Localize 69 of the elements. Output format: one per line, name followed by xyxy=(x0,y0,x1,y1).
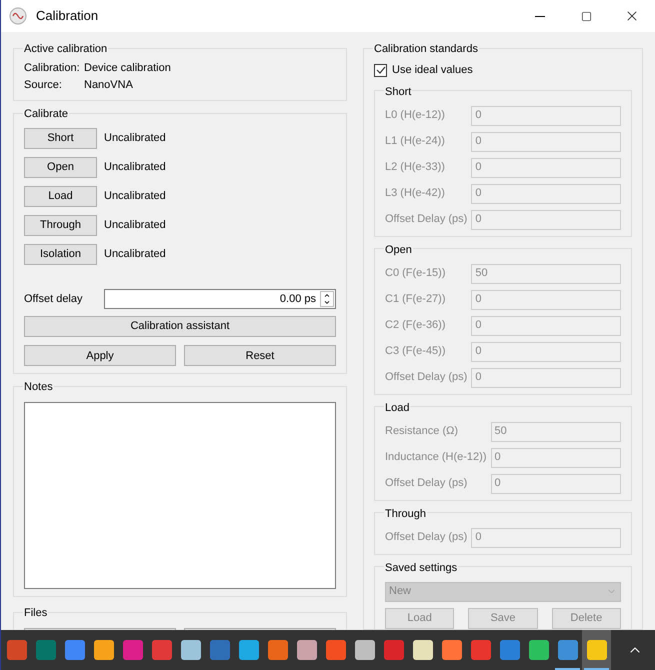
action-button[interactable]: Apply xyxy=(24,345,176,366)
spin-up-icon[interactable] xyxy=(323,292,331,299)
info-value: Device calibration xyxy=(84,62,171,75)
standard-field[interactable]: 0 xyxy=(471,342,621,362)
group-title: Calibration standards xyxy=(374,43,478,55)
standard-field[interactable]: 0 xyxy=(490,448,621,468)
saved-settings-button[interactable]: Delete xyxy=(552,608,621,628)
standard-field[interactable]: 0 xyxy=(471,528,621,548)
standard-label: C2 (F(e-36)) xyxy=(385,318,447,334)
group-title: Short xyxy=(385,86,412,98)
standard-field[interactable]: 50 xyxy=(471,264,621,284)
calibrate-step-button[interactable]: Short xyxy=(24,128,97,149)
standard-label: L2 (H(e-33)) xyxy=(385,160,446,176)
standard-label: Offset Delay (ps) xyxy=(385,530,468,546)
standard-field[interactable]: 50 xyxy=(490,422,621,442)
group-title: Files xyxy=(24,607,48,620)
group-title: Open xyxy=(385,244,412,256)
standard-field[interactable]: 0 xyxy=(471,184,621,204)
standard-label: C0 (F(e-15)) xyxy=(385,266,447,282)
standard-field[interactable]: 0 xyxy=(471,132,621,152)
standard-label: L3 (H(e-42)) xyxy=(385,186,446,202)
info-label: Calibration: xyxy=(24,62,81,75)
group-title: Calibrate xyxy=(24,108,68,120)
group-title: Saved settings xyxy=(385,562,458,574)
window-title: Calibration xyxy=(36,7,98,26)
standard-label: L0 (H(e-12)) xyxy=(385,108,446,124)
standard-field[interactable]: 0 xyxy=(471,210,621,230)
ideal-values-checkbox[interactable] xyxy=(374,64,387,77)
spin-down-icon[interactable] xyxy=(323,299,331,306)
calibration-assistant-button[interactable]: Calibration assistant xyxy=(24,316,336,337)
standard-label: Offset Delay (ps) xyxy=(385,370,468,386)
step-status: Uncalibrated xyxy=(104,189,166,204)
group-title: Through xyxy=(385,508,426,520)
standard-label: Resistance (Ω) xyxy=(385,424,460,440)
calibrate-step-button[interactable]: Through xyxy=(24,215,97,236)
standard-field[interactable]: 0 xyxy=(471,290,621,310)
app-logo-icon xyxy=(9,7,27,25)
standard-field[interactable]: 0 xyxy=(471,368,621,388)
standard-label: L1 (H(e-24)) xyxy=(385,134,446,150)
info-label: Source: xyxy=(24,79,63,92)
standard-label: C1 (F(e-27)) xyxy=(385,292,447,308)
offset-delay-spinbox[interactable]: 0.00 ps xyxy=(104,289,336,309)
info-value: NanoVNA xyxy=(84,79,133,92)
standard-field[interactable]: 0 xyxy=(471,158,621,178)
saved-settings-button[interactable]: Save xyxy=(468,608,538,628)
standard-label: Offset Delay (ps) xyxy=(385,212,468,228)
calibrate-step-button[interactable]: Open xyxy=(24,157,97,178)
step-status: Uncalibrated xyxy=(104,218,166,234)
step-status: Uncalibrated xyxy=(104,160,166,176)
calibrate-step-button[interactable]: Load xyxy=(24,186,97,207)
group-title: Load xyxy=(385,402,410,414)
standard-label: Offset Delay (ps) xyxy=(385,476,468,492)
standard-label: Inductance (H(e-12)) xyxy=(385,450,488,466)
maximize-icon xyxy=(580,10,592,22)
step-status: Uncalibrated xyxy=(104,131,166,146)
standard-field[interactable]: 0 xyxy=(471,316,621,336)
calibrate-step-button[interactable]: Isolation xyxy=(24,244,97,265)
saved-settings-button[interactable]: Load xyxy=(385,608,454,628)
notes-field[interactable] xyxy=(24,402,336,590)
standard-label: C3 (F(e-45)) xyxy=(385,344,447,360)
checkbox-label: Use ideal values xyxy=(392,63,473,78)
standard-field[interactable]: 0 xyxy=(490,474,621,494)
standard-field[interactable]: 0 xyxy=(471,106,621,126)
offset-delay-label: Offset delay xyxy=(24,292,84,307)
group-title: Notes xyxy=(24,381,53,394)
group-title: Active calibration xyxy=(24,43,108,55)
taskbar-app-icon[interactable] xyxy=(582,630,611,670)
step-status: Uncalibrated xyxy=(104,247,166,262)
action-button[interactable]: Reset xyxy=(184,345,336,366)
